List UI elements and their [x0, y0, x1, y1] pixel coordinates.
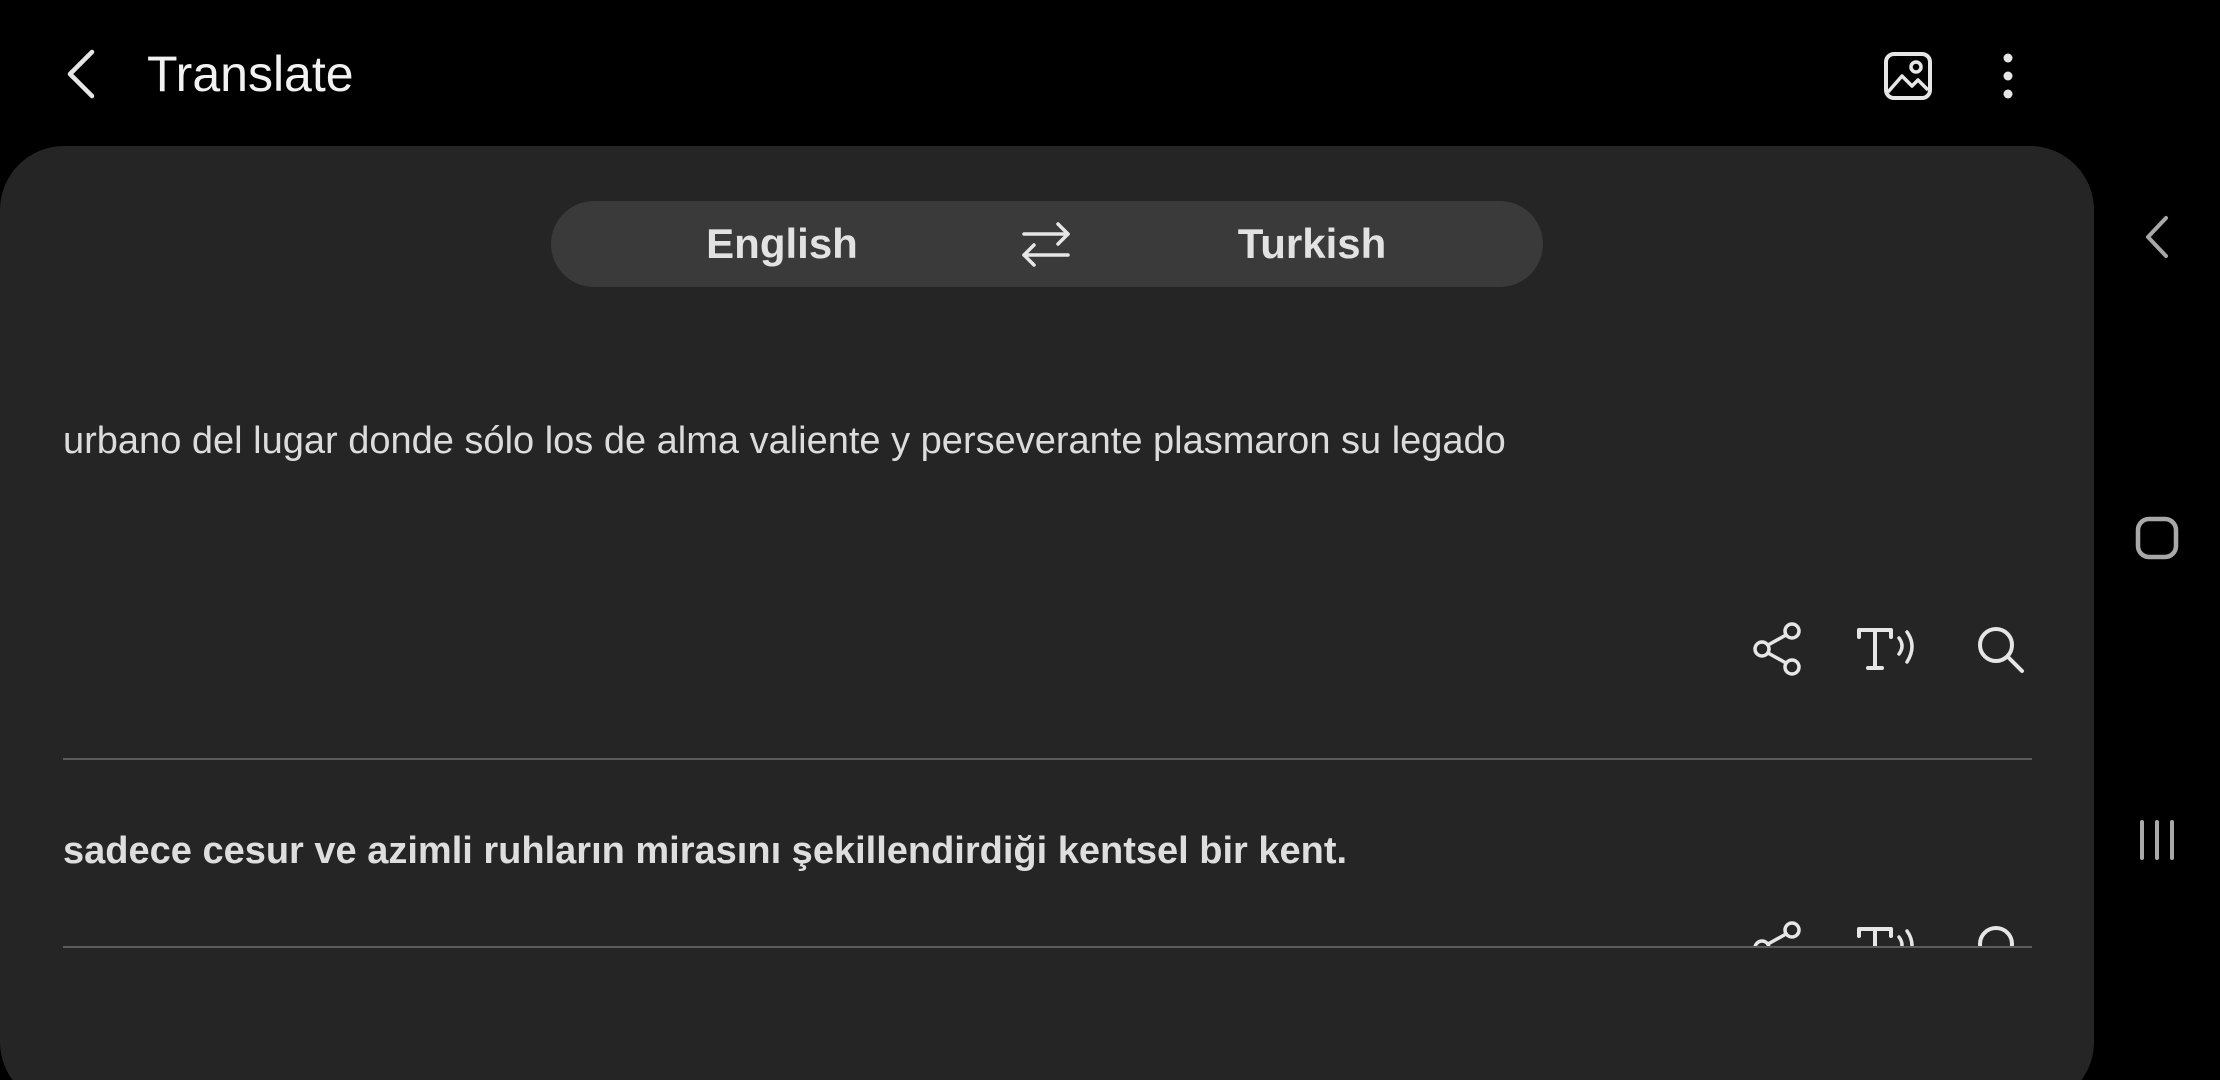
search-icon: [1978, 926, 2014, 946]
source-text[interactable]: urbano del lugar donde sólo los de alma …: [63, 418, 1963, 464]
target-text-to-speech-button[interactable]: [1855, 915, 1921, 946]
share-icon: [1753, 921, 1801, 946]
share-icon: [1753, 622, 1801, 676]
swap-arrows-icon: [1022, 222, 1070, 267]
more-options-button[interactable]: [1990, 44, 2026, 108]
target-search-button[interactable]: [1967, 915, 2033, 946]
nav-recents-button[interactable]: [2120, 803, 2194, 877]
app-bar: Translate: [0, 0, 2094, 146]
source-share-button[interactable]: [1745, 616, 1811, 682]
more-vertical-icon: [2003, 53, 2013, 99]
text-to-speech-icon: [1857, 927, 1914, 946]
image-translate-button[interactable]: [1876, 44, 1940, 108]
translated-text[interactable]: sadece cesur ve azimli ruhların mirasını…: [63, 828, 1963, 874]
source-search-button[interactable]: [1967, 616, 2033, 682]
target-language-button[interactable]: Turkish: [1081, 201, 1543, 287]
back-icon: [2146, 216, 2168, 258]
divider: [63, 946, 2032, 948]
language-selector: English Turkish: [551, 201, 1543, 287]
screen: Translate English Turkish urbano del lug…: [0, 0, 2220, 1080]
source-text-to-speech-button[interactable]: [1855, 616, 1921, 682]
back-button[interactable]: [52, 40, 112, 108]
target-share-button[interactable]: [1745, 915, 1811, 946]
swap-languages-button[interactable]: [1013, 213, 1079, 275]
search-icon: [1978, 627, 2024, 673]
image-icon: [1884, 52, 1932, 100]
source-language-button[interactable]: English: [551, 201, 1013, 287]
nav-home-button[interactable]: [2120, 501, 2194, 575]
nav-back-button[interactable]: [2120, 200, 2194, 274]
chevron-left-icon: [67, 49, 95, 99]
recents-icon: [2140, 820, 2174, 860]
text-to-speech-icon: [1857, 628, 1914, 670]
home-icon: [2135, 516, 2179, 560]
translation-card: English Turkish urbano del lugar donde s…: [0, 146, 2094, 1080]
divider: [63, 758, 2032, 760]
navigation-bar: [2094, 0, 2220, 1080]
target-actions-clip: [1745, 906, 2045, 946]
page-title: Translate: [147, 46, 354, 102]
